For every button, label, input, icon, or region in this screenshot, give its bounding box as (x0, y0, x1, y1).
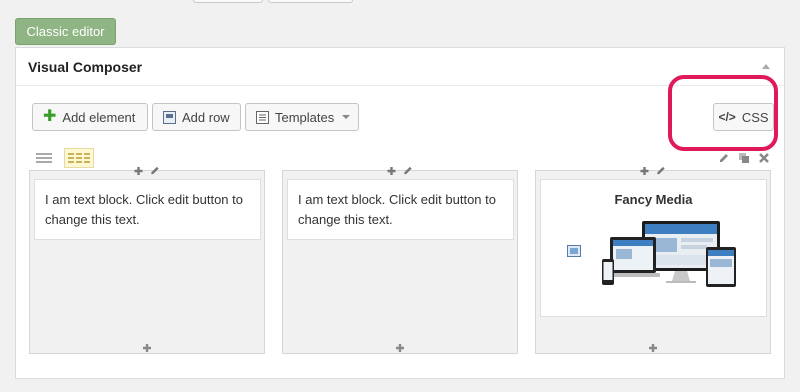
classic-editor-button[interactable]: Classic editor (15, 18, 116, 45)
delete-row-icon[interactable] (758, 151, 770, 169)
row-drag-handle[interactable] (29, 148, 59, 168)
text-block-content: I am text block. Click edit button to ch… (45, 192, 243, 227)
add-row-button[interactable]: Add row (152, 103, 241, 131)
row-layout-button[interactable] (64, 148, 94, 168)
panel-title: Visual Composer (28, 59, 143, 75)
text-block-content: I am text block. Click edit button to ch… (298, 192, 496, 227)
column-3: Fancy Media (535, 166, 771, 354)
add-element-bottom-icon[interactable] (142, 340, 152, 358)
column-2: I am text block. Click edit button to ch… (282, 166, 518, 354)
templates-dropdown[interactable]: Templates (245, 103, 359, 131)
add-row-label: Add row (182, 109, 230, 125)
top-toolbar-button-1[interactable] (193, 0, 263, 3)
templates-label: Templates (275, 109, 335, 125)
add-element-bottom-icon[interactable] (395, 340, 405, 358)
add-row-icon (163, 110, 176, 124)
add-element-bottom-icon[interactable] (648, 340, 658, 358)
text-block[interactable]: I am text block. Click edit button to ch… (34, 179, 261, 240)
templates-icon (256, 110, 269, 124)
edit-row-icon[interactable] (718, 151, 730, 169)
add-icon: ✚ (43, 108, 57, 125)
fancy-media-block[interactable]: Fancy Media (540, 179, 767, 317)
fancy-media-title: Fancy Media (614, 192, 693, 207)
panel-header: Visual Composer (16, 48, 784, 86)
row-controls (718, 151, 770, 169)
devices-mockup-image (602, 219, 742, 296)
column-1: I am text block. Click edit button to ch… (29, 166, 265, 354)
image-icon (567, 244, 581, 262)
collapse-arrow-icon[interactable] (762, 64, 770, 69)
add-element-button[interactable]: ✚ Add element (32, 103, 148, 131)
drag-handle-icon (36, 153, 52, 163)
top-toolbar-button-2[interactable] (268, 0, 353, 3)
clone-row-icon[interactable] (738, 151, 750, 169)
chevron-down-icon (342, 115, 351, 119)
add-element-label: Add element (62, 109, 136, 125)
css-button-highlight (668, 75, 778, 151)
text-block[interactable]: I am text block. Click edit button to ch… (287, 179, 514, 240)
columns-layout-icon (68, 153, 90, 163)
